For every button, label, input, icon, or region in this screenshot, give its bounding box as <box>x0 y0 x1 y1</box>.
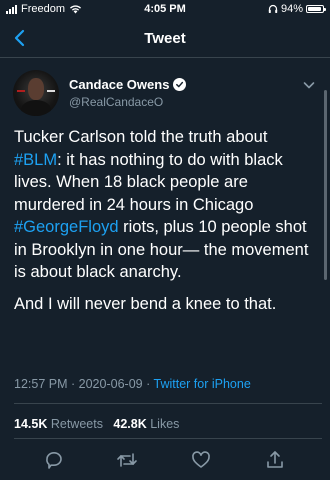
battery-level <box>308 7 322 11</box>
tweet-screen: Freedom 4:05 PM 94% Tweet Candace Owens … <box>0 0 330 480</box>
tweet-meta: 12:57 PM · 2020-06-09 · Twitter for iPho… <box>14 377 251 391</box>
headphones-icon <box>268 4 278 13</box>
reply-icon[interactable] <box>43 449 65 471</box>
battery-percent: 94% <box>280 3 303 15</box>
likes-label: Likes <box>150 417 180 431</box>
battery-icon <box>306 5 326 13</box>
nav-bar: Tweet <box>0 20 330 58</box>
retweets-label: Retweets <box>50 417 103 431</box>
hashtag-link[interactable]: #GeorgeFloyd <box>14 218 119 236</box>
status-bar: Freedom 4:05 PM 94% <box>0 0 330 20</box>
share-icon[interactable] <box>264 449 286 471</box>
author-name[interactable]: Candace Owens <box>69 77 169 92</box>
tweet-source-link[interactable]: Twitter for iPhone <box>154 377 251 391</box>
hashtag-link[interactable]: #BLM <box>14 151 57 169</box>
tweet-actions <box>0 449 330 473</box>
tweet-date: 2020-06-09 <box>78 377 143 391</box>
tweet-text: Tucker Carlson told the truth about #BLM… <box>14 126 318 315</box>
scrollbar[interactable] <box>324 90 327 280</box>
avatar[interactable] <box>13 70 59 116</box>
tweet-paragraph: And I will never bend a knee to that. <box>14 294 277 313</box>
tweet-text-segment: Tucker Carlson told the truth about <box>14 128 268 146</box>
meta-separator: · <box>71 377 76 391</box>
status-right: 94% <box>268 3 326 15</box>
author-name-row: Candace Owens <box>69 77 187 92</box>
tweet-stats: 14.5K Retweets 42.8K Likes <box>14 417 179 431</box>
tweet-paragraph: Tucker Carlson told the truth about #BLM… <box>14 126 318 284</box>
verified-badge-icon <box>173 78 187 91</box>
author-text: Candace Owens @RealCandaceO <box>69 77 187 109</box>
chevron-down-icon[interactable] <box>302 78 316 92</box>
tweet-author[interactable]: Candace Owens @RealCandaceO <box>13 70 187 116</box>
author-handle[interactable]: @RealCandaceO <box>69 95 186 109</box>
retweets-count: 14.5K <box>14 417 48 431</box>
like-icon[interactable] <box>190 449 212 471</box>
page-title: Tweet <box>144 30 186 47</box>
tweet-time: 12:57 PM <box>14 377 68 391</box>
meta-separator: · <box>146 377 151 391</box>
likes-count: 42.8K <box>113 417 147 431</box>
retweet-icon[interactable] <box>116 449 138 471</box>
divider <box>14 438 322 439</box>
retweets-stat[interactable]: 14.5K Retweets <box>14 417 103 431</box>
divider <box>14 403 322 404</box>
likes-stat[interactable]: 42.8K Likes <box>113 417 179 431</box>
